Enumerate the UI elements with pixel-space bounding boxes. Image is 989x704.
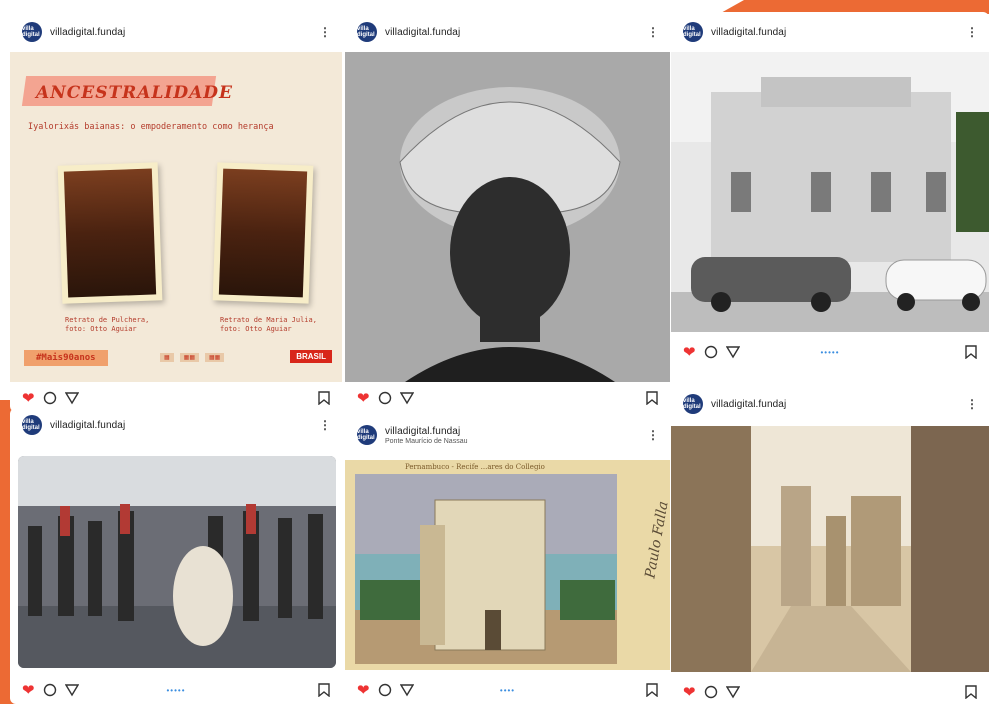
share-icon[interactable] [725,345,740,359]
brasil-badge: BRASIL [290,350,332,363]
post-image-portrait[interactable] [345,52,670,382]
account-avatar[interactable]: villa digital [683,22,703,42]
account-name[interactable]: villadigital.fundaj [711,399,786,410]
heart-icon[interactable]: ❤ [683,685,696,700]
account-avatar[interactable]: villa digital [357,22,377,42]
account-name[interactable]: villadigital.fundaj [711,27,786,38]
post-card-postcard: villa digital villadigital.fundaj Ponte … [345,412,670,704]
postcard-header: Pernambuco - Recife ...ares do Collegio [405,463,545,471]
avatar-text: villa digital [357,26,375,38]
carousel-dots: ••••• [820,347,840,357]
comment-icon[interactable] [378,683,392,697]
bookmark-icon[interactable] [965,685,977,699]
post-card-street: villa digital villadigital.fundaj ⋮ ❤ [671,384,989,704]
post-actions: ❤ ••••• [671,338,989,366]
avatar-text: villa digital [683,398,701,410]
account-name[interactable]: villadigital.fundaj [385,27,460,38]
bookmark-icon[interactable] [965,345,977,359]
portrait-illustration [345,52,670,382]
account-avatar[interactable]: villa digital [683,394,703,414]
avatar-text: villa digital [22,419,40,431]
post-image-postcard[interactable]: Pernambuco - Recife ...ares do Collegio … [345,460,670,670]
avatar-text: villa digital [22,26,40,38]
building-illustration [671,52,989,332]
carousel-dots: ••••• [166,685,186,695]
account-avatar[interactable]: villa digital [22,415,42,435]
more-vertical-icon[interactable]: ⋮ [647,25,659,39]
share-icon[interactable] [399,391,414,405]
more-vertical-icon[interactable]: ⋮ [319,25,331,39]
more-vertical-icon[interactable]: ⋮ [966,25,978,39]
post-header: villa digital villadigital.fundaj ⋮ [10,12,342,52]
image-title: ANCESTRALIDADE [36,83,233,103]
post-card-portrait: villa digital villadigital.fundaj ⋮ ❤ [345,12,670,412]
post-header: villa digital villadigital.fundaj ⋮ [671,384,989,424]
heart-icon[interactable]: ❤ [357,391,370,406]
more-vertical-icon[interactable]: ⋮ [647,428,659,442]
avatar-text: villa digital [683,26,701,38]
share-icon[interactable] [399,683,414,697]
heart-icon[interactable]: ❤ [683,345,696,360]
post-actions: ❤ ••••• [10,676,342,704]
carousel-dots: •••• [499,685,516,695]
bookmark-icon[interactable] [646,391,658,405]
image-subtitle: Iyalorixás baianas: o empoderamento como… [28,122,274,132]
avatar-text: villa digital [357,429,375,441]
account-name[interactable]: villadigital.fundaj [385,426,468,437]
postcard-illustration [355,474,617,664]
portrait-photo-left [57,162,163,304]
more-vertical-icon[interactable]: ⋮ [319,418,331,432]
comment-icon[interactable] [704,685,718,699]
bookmark-icon[interactable] [646,683,658,697]
account-avatar[interactable]: villa digital [357,425,377,445]
festival-illustration [18,456,336,668]
post-card-building: villa digital villadigital.fundaj ⋮ ❤ ••… [671,12,989,374]
bookmark-icon[interactable] [318,391,330,405]
comment-icon[interactable] [43,391,57,405]
post-card-ancestralidade: villa digital villadigital.fundaj ⋮ ANCE… [10,12,342,412]
heart-icon[interactable]: ❤ [357,683,370,698]
street-illustration [671,426,989,672]
caption-right: Retrato de Maria Julia, foto: Otto Aguia… [220,316,317,334]
heart-icon[interactable]: ❤ [22,683,35,698]
post-location[interactable]: Ponte Maurício de Nassau [385,438,468,445]
post-card-festival: villa digital villadigital.fundaj ⋮ ❤ ••… [10,408,342,704]
post-actions: ❤ [345,384,670,412]
share-icon[interactable] [64,683,79,697]
caption-left: Retrato de Pulchera, foto: Otto Aguiar [65,316,150,334]
share-icon[interactable] [725,685,740,699]
post-actions: ❤ •••• [345,676,670,704]
bookmark-icon[interactable] [318,683,330,697]
comment-icon[interactable] [43,683,57,697]
post-image-street[interactable] [671,426,989,672]
account-name[interactable]: villadigital.fundaj [50,27,125,38]
share-icon[interactable] [64,391,79,405]
comment-icon[interactable] [378,391,392,405]
sponsor-logos: ▦ ▦▦ ▦▦ [160,353,225,362]
more-vertical-icon[interactable]: ⋮ [966,397,978,411]
heart-icon[interactable]: ❤ [22,391,35,406]
post-image-festival[interactable] [18,456,336,668]
account-avatar[interactable]: villa digital [22,22,42,42]
hashtag: #Mais90anos [24,350,108,366]
account-name[interactable]: villadigital.fundaj [50,420,125,431]
post-header: villa digital villadigital.fundaj ⋮ [345,12,670,52]
post-header: villa digital villadigital.fundaj ⋮ [671,12,989,52]
comment-icon[interactable] [704,345,718,359]
portrait-photo-right [212,162,314,304]
post-actions: ❤ [671,678,989,704]
post-image-ancestralidade[interactable]: ANCESTRALIDADE Iyalorixás baianas: o emp… [10,52,342,382]
post-header: villa digital villadigital.fundaj Ponte … [345,412,670,458]
post-image-building[interactable] [671,52,989,332]
post-header: villa digital villadigital.fundaj ⋮ [10,408,342,442]
